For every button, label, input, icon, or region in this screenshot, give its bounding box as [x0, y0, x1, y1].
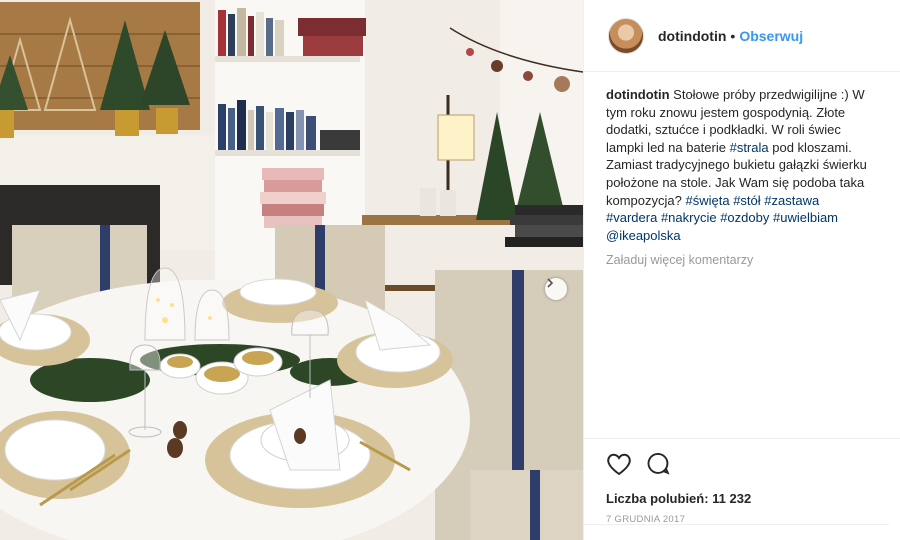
post-actions: Liczba polubień: 11 232 7 GRUDNIA 2017: [584, 438, 900, 525]
likes-count[interactable]: Liczba polubień: 11 232: [606, 491, 879, 506]
post-caption: dotindotin Stołowe próby przedwigilijne …: [606, 86, 874, 244]
follow-button[interactable]: Obserwuj: [739, 28, 803, 44]
post-photo[interactable]: [0, 0, 583, 540]
dining-table-photo: [0, 0, 583, 540]
hashtag-link[interactable]: #uwielbiam: [773, 210, 838, 225]
post-header: dotindotin • Obserwuj: [584, 0, 900, 72]
action-icons: [606, 451, 879, 481]
comment-divider: [584, 524, 889, 525]
hashtag-link[interactable]: #vardera: [606, 210, 657, 225]
hashtag-link[interactable]: #zastawa: [764, 193, 819, 208]
hashtag-link-strala[interactable]: #strala: [730, 140, 769, 155]
load-more-comments-button[interactable]: Załaduj więcej komentarzy: [606, 253, 753, 267]
post-side-panel: dotindotin • Obserwuj dotindotin Stołowe…: [583, 0, 900, 540]
heart-icon[interactable]: [606, 452, 632, 481]
mention-link[interactable]: @ikeapolska: [606, 228, 681, 243]
carousel-next-button[interactable]: [545, 278, 567, 300]
hashtag-link[interactable]: #ozdoby: [720, 210, 769, 225]
avatar[interactable]: [608, 17, 644, 54]
header-username[interactable]: dotindotin: [658, 28, 726, 44]
comment-icon[interactable]: [646, 452, 670, 481]
header-separator: •: [730, 27, 736, 44]
hashtag-link[interactable]: #święta: [686, 193, 730, 208]
hashtag-link[interactable]: #nakrycie: [661, 210, 717, 225]
caption-username[interactable]: dotindotin: [606, 87, 670, 102]
hashtag-link[interactable]: #stół: [733, 193, 760, 208]
